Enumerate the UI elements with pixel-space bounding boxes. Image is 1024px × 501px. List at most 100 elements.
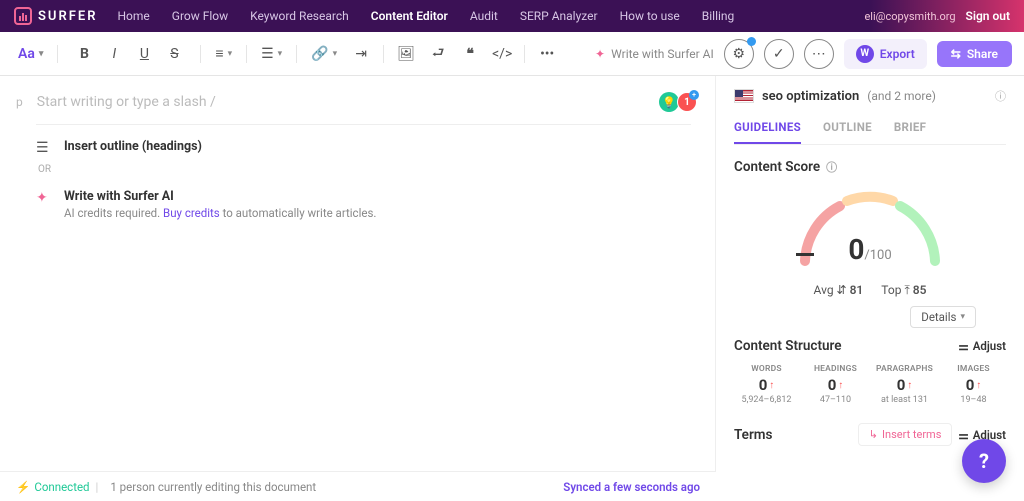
logo[interactable]: SURFER — [14, 7, 97, 25]
list-dropdown[interactable]: ☰▾ — [255, 40, 288, 68]
adjust-structure-button[interactable]: ⚌Adjust — [958, 339, 1006, 353]
nav-audit[interactable]: Audit — [470, 9, 498, 23]
sparkle-icon: ✦ — [595, 47, 605, 61]
aa-label: Aa — [18, 46, 35, 62]
sliders-icon: ⚌ — [958, 339, 968, 353]
chevron-down-icon: ▾ — [39, 49, 44, 59]
export-button[interactable]: W Export — [844, 39, 927, 69]
primary-keyword[interactable]: seo optimization — [762, 89, 859, 104]
wordpress-icon: W — [856, 45, 874, 63]
editor-placeholder[interactable]: Start writing or type a slash / — [37, 94, 691, 110]
alert-badge[interactable]: 1+ — [677, 92, 697, 112]
sparkle-icon: ✦ — [36, 190, 54, 206]
info-icon[interactable]: ⓘ — [826, 159, 837, 175]
editor-toolbar: Aa ▾ B I U S ≡▾ ☰▾ 🔗▾ ⇥ 🖼 ⮐ ❝ </> ••• ✦Wr… — [0, 32, 1024, 76]
share-button[interactable]: ⇆ Share — [937, 41, 1012, 67]
quote-button[interactable]: ❝ — [456, 40, 484, 68]
gauge-needle — [796, 253, 814, 256]
block-type-label: p — [16, 95, 23, 109]
buy-credits-link[interactable]: Buy credits — [163, 206, 220, 220]
sliders-icon: ⚌ — [958, 428, 968, 442]
metric-paragraphs: PARAGRAPHS 0↑ at least 131 — [872, 364, 937, 405]
content-score-title: Content Scoreⓘ — [734, 159, 1006, 175]
plus-icon: + — [689, 90, 699, 100]
logo-icon — [14, 7, 32, 25]
help-button[interactable]: ? — [962, 439, 1006, 483]
nav-keyword-research[interactable]: Keyword Research — [250, 9, 349, 23]
link-dropdown[interactable]: 🔗▾ — [305, 40, 343, 68]
export-label: Export — [880, 47, 915, 61]
tab-guidelines[interactable]: GUIDELINES — [734, 120, 801, 144]
align-dropdown[interactable]: ≡▾ — [209, 40, 238, 68]
nav-home[interactable]: Home — [117, 9, 149, 23]
status-bar: ⚡Connected | 1 person currently editing … — [0, 471, 716, 501]
insert-outline-title: Insert outline (headings) — [64, 139, 202, 154]
sign-out-link[interactable]: Sign out — [966, 9, 1010, 23]
arrow-up-icon: ↑ — [769, 380, 774, 391]
settings-button[interactable]: ⚙ — [724, 39, 754, 69]
user-email: eli@copysmith.org — [864, 10, 955, 23]
insert-outline-option[interactable]: ☰ Insert outline (headings) — [36, 139, 691, 156]
idea-badge[interactable]: 💡 — [659, 92, 679, 112]
guidelines-panel: seo optimization (and 2 more) ⓘ GUIDELIN… — [716, 76, 1024, 471]
sync-status: Synced a few seconds ago — [563, 480, 700, 494]
nav-content-editor[interactable]: Content Editor — [371, 9, 448, 23]
metric-words: WORDS 0↑ 5,924–6,812 — [734, 364, 799, 405]
top-score: Top ⤒ 85 — [881, 283, 926, 298]
write-ai-option[interactable]: ✦ Write with Surfer AI AI credits requir… — [36, 189, 691, 220]
write-ai-subtitle: AI credits required. Buy credits to auto… — [64, 206, 376, 220]
nav-grow-flow[interactable]: Grow Flow — [172, 9, 228, 23]
insert-terms-button[interactable]: ↳Insert terms — [858, 423, 953, 446]
score-max: /100 — [864, 248, 891, 263]
more-keywords[interactable]: (and 2 more) — [867, 89, 936, 103]
arrow-up-icon: ↑ — [907, 380, 912, 391]
arrow-up-icon: ↑ — [976, 380, 981, 391]
nav-billing[interactable]: Billing — [702, 9, 735, 23]
share-icon: ⇆ — [951, 47, 961, 61]
tab-brief[interactable]: BRIEF — [894, 120, 926, 144]
text-style-dropdown[interactable]: Aa ▾ — [12, 40, 49, 68]
write-with-ai-button[interactable]: ✦Write with Surfer AI — [595, 47, 714, 61]
notification-dot — [747, 37, 756, 46]
metric-images: IMAGES 0↑ 19–48 — [941, 364, 1006, 405]
share-label: Share — [967, 47, 998, 61]
bold-button[interactable]: B — [70, 40, 98, 68]
score-gauge: 0/100 — [734, 181, 1006, 281]
score-value: 0 — [848, 233, 864, 266]
write-ai-title: Write with Surfer AI — [64, 189, 376, 204]
brand-text: SURFER — [38, 9, 97, 24]
connection-status: ⚡Connected — [16, 480, 90, 494]
details-button[interactable]: Details▾ — [910, 306, 976, 328]
flag-us-icon — [734, 89, 754, 103]
insert-icon: ↳ — [869, 428, 878, 441]
primary-nav: Home Grow Flow Keyword Research Content … — [117, 9, 734, 23]
strikethrough-button[interactable]: S — [160, 40, 188, 68]
nav-serp-analyzer[interactable]: SERP Analyzer — [520, 9, 598, 23]
editor-canvas[interactable]: p Start writing or type a slash / 💡 1+ ☰… — [0, 76, 716, 471]
underline-button[interactable]: U — [130, 40, 158, 68]
nav-how-to-use[interactable]: How to use — [620, 9, 680, 23]
tab-outline[interactable]: OUTLINE — [823, 120, 872, 144]
chevron-down-icon: ▾ — [333, 49, 338, 59]
check-button[interactable]: ✓ — [764, 39, 794, 69]
editing-status: 1 person currently editing this document — [110, 480, 316, 494]
indent-button[interactable]: ⇥ — [347, 40, 375, 68]
italic-button[interactable]: I — [100, 40, 128, 68]
comments-button[interactable]: ⋯ — [804, 39, 834, 69]
content-structure-title: Content Structure — [734, 338, 842, 354]
attach-button[interactable]: ⮐ — [424, 40, 452, 68]
image-button[interactable]: 🖼 — [392, 40, 420, 68]
connected-icon: ⚡ — [16, 480, 30, 494]
outline-icon: ☰ — [36, 140, 54, 156]
metric-headings: HEADINGS 0↑ 47–110 — [803, 364, 868, 405]
terms-title: Terms — [734, 427, 772, 443]
avg-score: Avg ⇵ 81 — [814, 283, 864, 298]
more-button[interactable]: ••• — [533, 40, 561, 68]
top-navbar: SURFER Home Grow Flow Keyword Research C… — [0, 0, 1024, 32]
chevron-down-icon: ▾ — [960, 312, 965, 322]
code-button[interactable]: </> — [488, 40, 516, 68]
arrow-up-icon: ↑ — [838, 380, 843, 391]
info-icon[interactable]: ⓘ — [995, 88, 1006, 104]
chevron-down-icon: ▾ — [228, 49, 233, 59]
alert-count: 1 — [684, 97, 690, 108]
